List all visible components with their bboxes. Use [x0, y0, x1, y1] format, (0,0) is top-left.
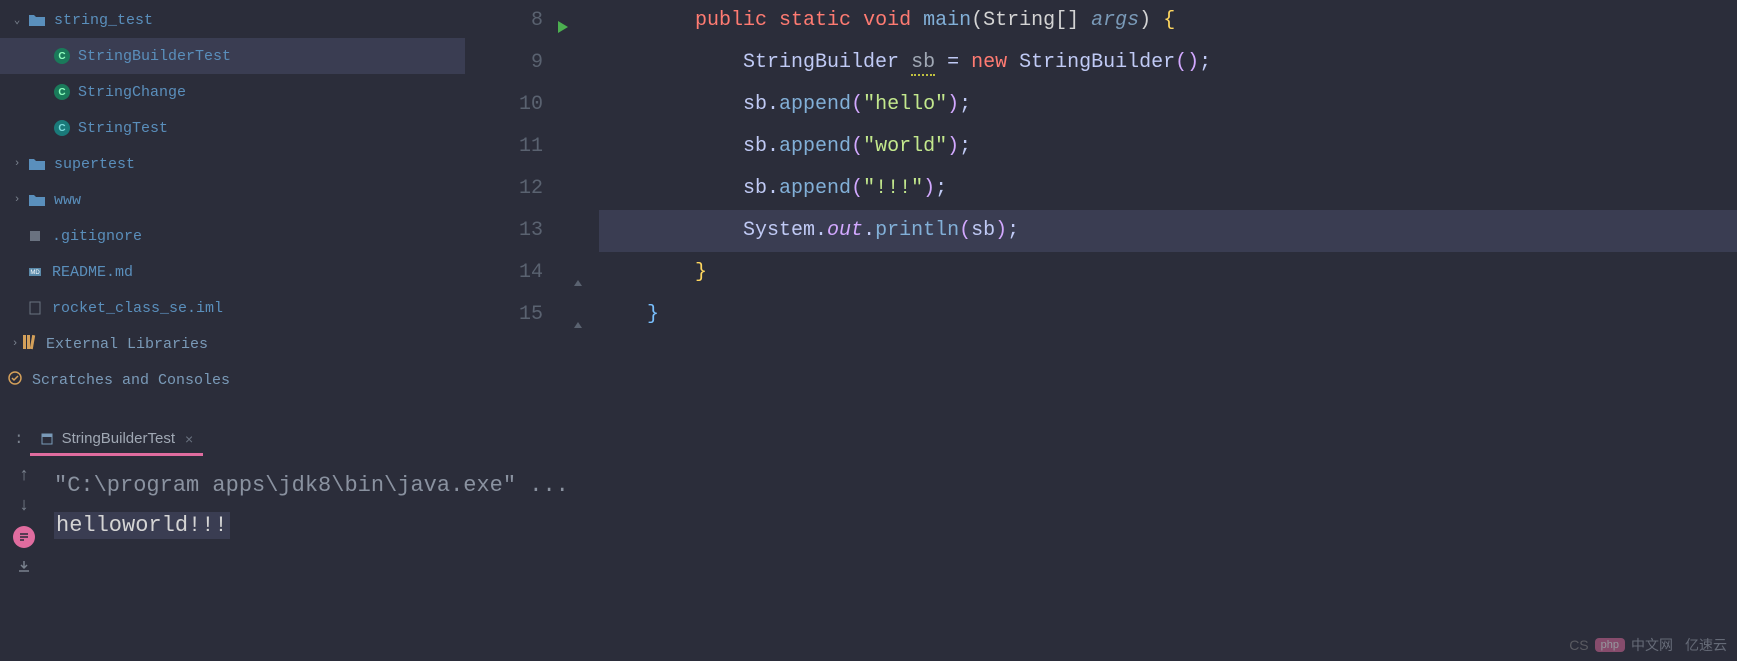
class-icon: C — [54, 120, 70, 136]
tree-item-stringchange[interactable]: C StringChange — [0, 74, 465, 110]
code-line[interactable]: System.out.println(sb); — [599, 210, 1737, 252]
line-number: 10 — [465, 84, 543, 126]
console-stdout: helloworld!!! — [54, 512, 230, 539]
file-icon — [28, 229, 44, 243]
run-config-icon — [40, 432, 54, 446]
folder-icon — [28, 193, 46, 207]
code-area[interactable]: public static void main(String[] args) {… — [599, 0, 1737, 420]
run-tab[interactable]: StringBuilderTest × — [30, 424, 204, 456]
watermark-cs: CS — [1569, 637, 1588, 653]
soft-wrap-icon[interactable] — [13, 526, 35, 548]
tree-label: rocket_class_se.iml — [52, 300, 223, 317]
code-line[interactable]: StringBuilder sb = new StringBuilder(); — [599, 42, 1737, 84]
folder-icon — [28, 157, 46, 171]
tree-item-rocket-class-se-iml[interactable]: rocket_class_se.iml — [0, 290, 465, 326]
external-libraries[interactable]: › External Libraries — [0, 326, 465, 362]
run-tabs: : StringBuilderTest × — [0, 420, 1737, 456]
tree-label: StringChange — [78, 84, 186, 101]
watermark-text2: 亿速云 — [1685, 635, 1727, 655]
tree-label: string_test — [54, 12, 153, 29]
run-tab-lead: : — [14, 430, 30, 456]
chevron-icon: ⌄ — [10, 13, 24, 27]
scratch-icon — [8, 371, 22, 390]
watermark: CS php 中文网 亿速云 — [1569, 635, 1727, 655]
scroll-down-icon[interactable]: ↓ — [19, 496, 30, 516]
fold-close-icon[interactable] — [571, 308, 585, 350]
tree-item-string-test[interactable]: ⌄ string_test — [0, 2, 465, 38]
console-toolbar: ↑ ↓ — [0, 456, 48, 661]
run-panel: : StringBuilderTest × ↑ ↓ "C:\program ap… — [0, 420, 1737, 661]
scratches-consoles[interactable]: Scratches and Consoles — [0, 362, 465, 398]
line-number: 9 — [465, 42, 543, 84]
svg-text:MD: MD — [30, 270, 40, 276]
line-number: 15 — [465, 294, 543, 336]
tree-label: www — [54, 192, 81, 209]
export-icon[interactable] — [16, 558, 32, 580]
tree-label: External Libraries — [46, 336, 208, 353]
tree-label: supertest — [54, 156, 135, 173]
console-cmd-line: "C:\program apps\jdk8\bin\java.exe" ... — [54, 466, 1731, 506]
code-line[interactable]: sb.append("!!!"); — [599, 168, 1737, 210]
code-line[interactable]: sb.append("hello"); — [599, 84, 1737, 126]
line-number: 12 — [465, 168, 543, 210]
code-line[interactable]: } — [599, 252, 1737, 294]
close-icon[interactable]: × — [185, 431, 193, 447]
chevron-icon: › — [10, 194, 24, 206]
fold-close-icon[interactable] — [571, 266, 585, 308]
tree-label: StringBuilderTest — [78, 48, 231, 65]
watermark-badge: php — [1595, 638, 1625, 652]
run-tab-label: StringBuilderTest — [62, 430, 175, 447]
project-tree: ⌄ string_test C StringBuilderTest C StringCha… — [0, 0, 465, 420]
class-run-icon: C — [54, 48, 70, 64]
fold-strip — [565, 0, 599, 420]
folder-icon — [28, 13, 46, 27]
tree-label: Scratches and Consoles — [32, 372, 230, 389]
chevron-icon: › — [10, 158, 24, 170]
file-icon — [28, 301, 44, 315]
chevron-right-icon: › — [8, 338, 22, 350]
tree-item-readme-md[interactable]: MD README.md — [0, 254, 465, 290]
code-editor[interactable]: 89101112131415 public static void main(S… — [465, 0, 1737, 420]
tree-item-stringtest[interactable]: C StringTest — [0, 110, 465, 146]
tree-item--gitignore[interactable]: .gitignore — [0, 218, 465, 254]
libraries-icon — [22, 334, 36, 355]
code-line[interactable]: public static void main(String[] args) { — [599, 0, 1737, 42]
watermark-text1: 中文网 — [1631, 635, 1673, 655]
tree-label: .gitignore — [52, 228, 142, 245]
line-number-gutter: 89101112131415 — [465, 0, 565, 420]
scroll-up-icon[interactable]: ↑ — [19, 466, 30, 486]
tree-label: README.md — [52, 264, 133, 281]
line-number: 11 — [465, 126, 543, 168]
console-output[interactable]: "C:\program apps\jdk8\bin\java.exe" ... … — [48, 456, 1737, 661]
tree-item-supertest[interactable]: › supertest — [0, 146, 465, 182]
line-number: 8 — [465, 0, 543, 42]
tree-item-www[interactable]: › www — [0, 182, 465, 218]
code-line[interactable]: sb.append("world"); — [599, 126, 1737, 168]
code-line[interactable]: } — [599, 294, 1737, 336]
file-icon: MD — [28, 265, 44, 279]
line-number: 13 — [465, 210, 543, 252]
class-run-icon: C — [54, 84, 70, 100]
tree-item-stringbuildertest[interactable]: C StringBuilderTest — [0, 38, 465, 74]
tree-label: StringTest — [78, 120, 168, 137]
line-number: 14 — [465, 252, 543, 294]
